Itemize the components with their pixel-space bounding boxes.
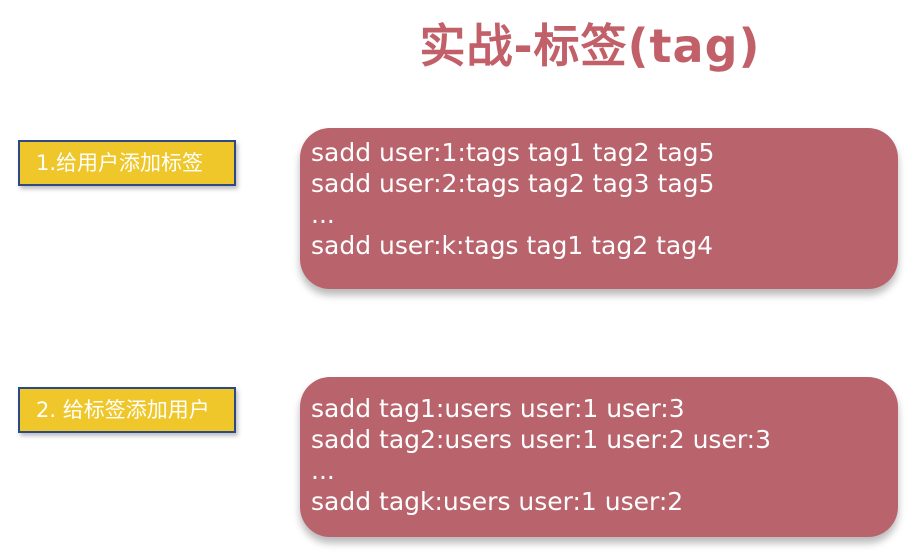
command-line: sadd user:2:tags tag2 tag3 tag5 [311, 169, 715, 198]
command-line: sadd tag2:users user:1 user:2 user:3 [311, 425, 771, 454]
section-2-label: 2. 给标签添加用户 [18, 387, 236, 433]
ellipsis-line: ... [311, 456, 335, 485]
section-1-label: 1.给用户添加标签 [18, 140, 236, 186]
slide-title: 实战-标签(tag) [419, 19, 761, 73]
command-line: sadd tagk:users user:1 user:2 [311, 487, 684, 516]
command-line: sadd user:1:tags tag1 tag2 tag5 [311, 138, 715, 167]
ellipsis-line: ... [311, 200, 335, 229]
section-1-command-box: sadd user:1:tags tag1 tag2 tag5 sadd use… [300, 128, 898, 289]
section-2-command-box: sadd tag1:users user:1 user:3 sadd tag2:… [300, 377, 898, 537]
command-line: sadd tag1:users user:1 user:3 [311, 394, 685, 423]
command-line: sadd user:k:tags tag1 tag2 tag4 [311, 231, 713, 260]
